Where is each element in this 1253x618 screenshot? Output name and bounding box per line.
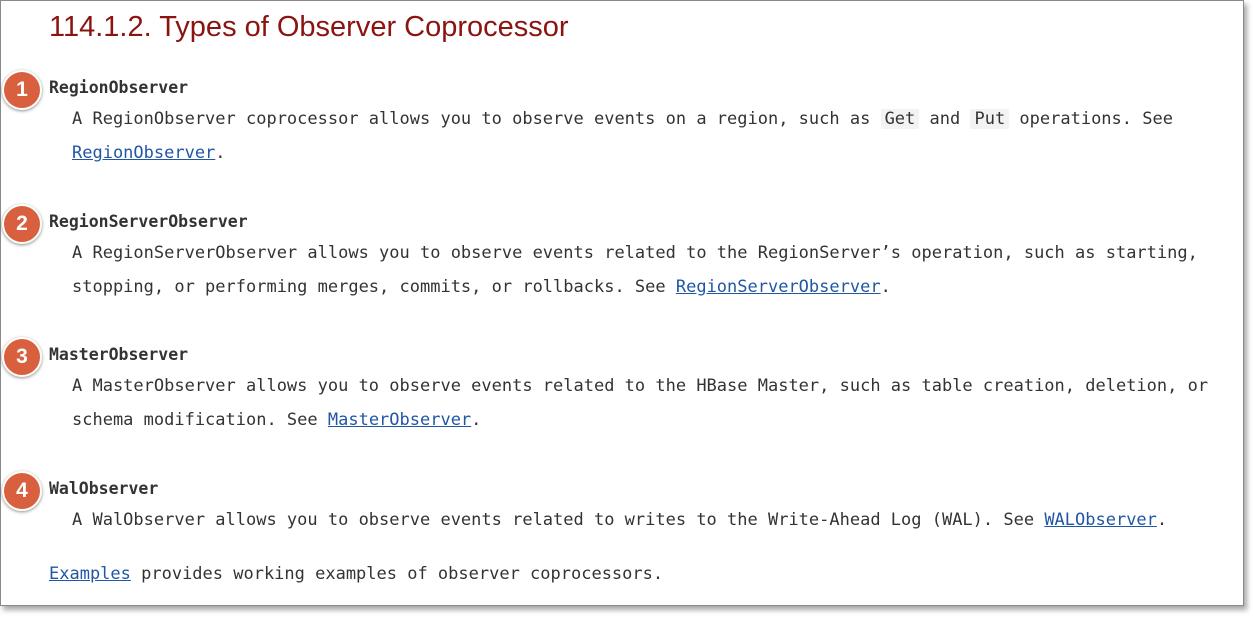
desc-text: and <box>919 109 971 129</box>
number-badge-1: 1 <box>2 70 42 110</box>
desc-text: . <box>1156 510 1168 530</box>
term-wal-observer: WalObserver <box>49 479 159 498</box>
footer-text: provides working examples of observer co… <box>130 564 664 584</box>
number-badge-4: 4 <box>2 471 42 511</box>
link-master-observer[interactable]: MasterObserver <box>328 410 471 430</box>
code-get: Get <box>880 109 920 129</box>
desc-line: A MasterObserver allows you to observe e… <box>72 376 1209 396</box>
page-title: 114.1.2. Types of Observer Coprocessor <box>49 11 569 43</box>
desc-text: schema modification. See <box>72 410 328 430</box>
description-regionserver-observer: A RegionServerObserver allows you to obs… <box>72 236 1232 304</box>
term-region-observer: RegionObserver <box>49 78 189 97</box>
desc-text: A WalObserver allows you to observe even… <box>72 510 1045 530</box>
link-wal-observer[interactable]: WALObserver <box>1044 510 1157 530</box>
term-master-observer: MasterObserver <box>49 345 189 364</box>
number-badge-2: 2 <box>2 204 42 244</box>
document-frame: 114.1.2. Types of Observer Coprocessor 1… <box>0 0 1244 606</box>
link-region-observer[interactable]: RegionObserver <box>72 143 215 163</box>
term-regionserver-observer: RegionServerObserver <box>49 212 248 231</box>
desc-text: . <box>880 277 891 297</box>
desc-line: A WalObserver allows you to observe even… <box>72 510 1167 530</box>
desc-text: . <box>471 410 482 430</box>
footer-paragraph: Examples provides working examples of ob… <box>49 564 663 584</box>
link-examples[interactable]: Examples <box>49 564 131 584</box>
desc-text: stopping, or performing merges, commits,… <box>72 277 676 297</box>
number-badge-3: 3 <box>2 337 42 377</box>
desc-text: . <box>215 143 226 163</box>
code-put: Put <box>970 109 1010 129</box>
desc-line: A RegionServerObserver allows you to obs… <box>72 243 1198 263</box>
link-regionserver-observer[interactable]: RegionServerObserver <box>676 277 881 297</box>
desc-text: A RegionObserver coprocessor allows you … <box>72 109 881 129</box>
description-master-observer: A MasterObserver allows you to observe e… <box>72 369 1232 437</box>
desc-line: A RegionObserver coprocessor allows you … <box>72 109 1173 129</box>
description-region-observer: A RegionObserver coprocessor allows you … <box>72 102 1232 170</box>
description-wal-observer: A WalObserver allows you to observe even… <box>72 503 1232 537</box>
desc-text: operations. See <box>1009 109 1173 129</box>
